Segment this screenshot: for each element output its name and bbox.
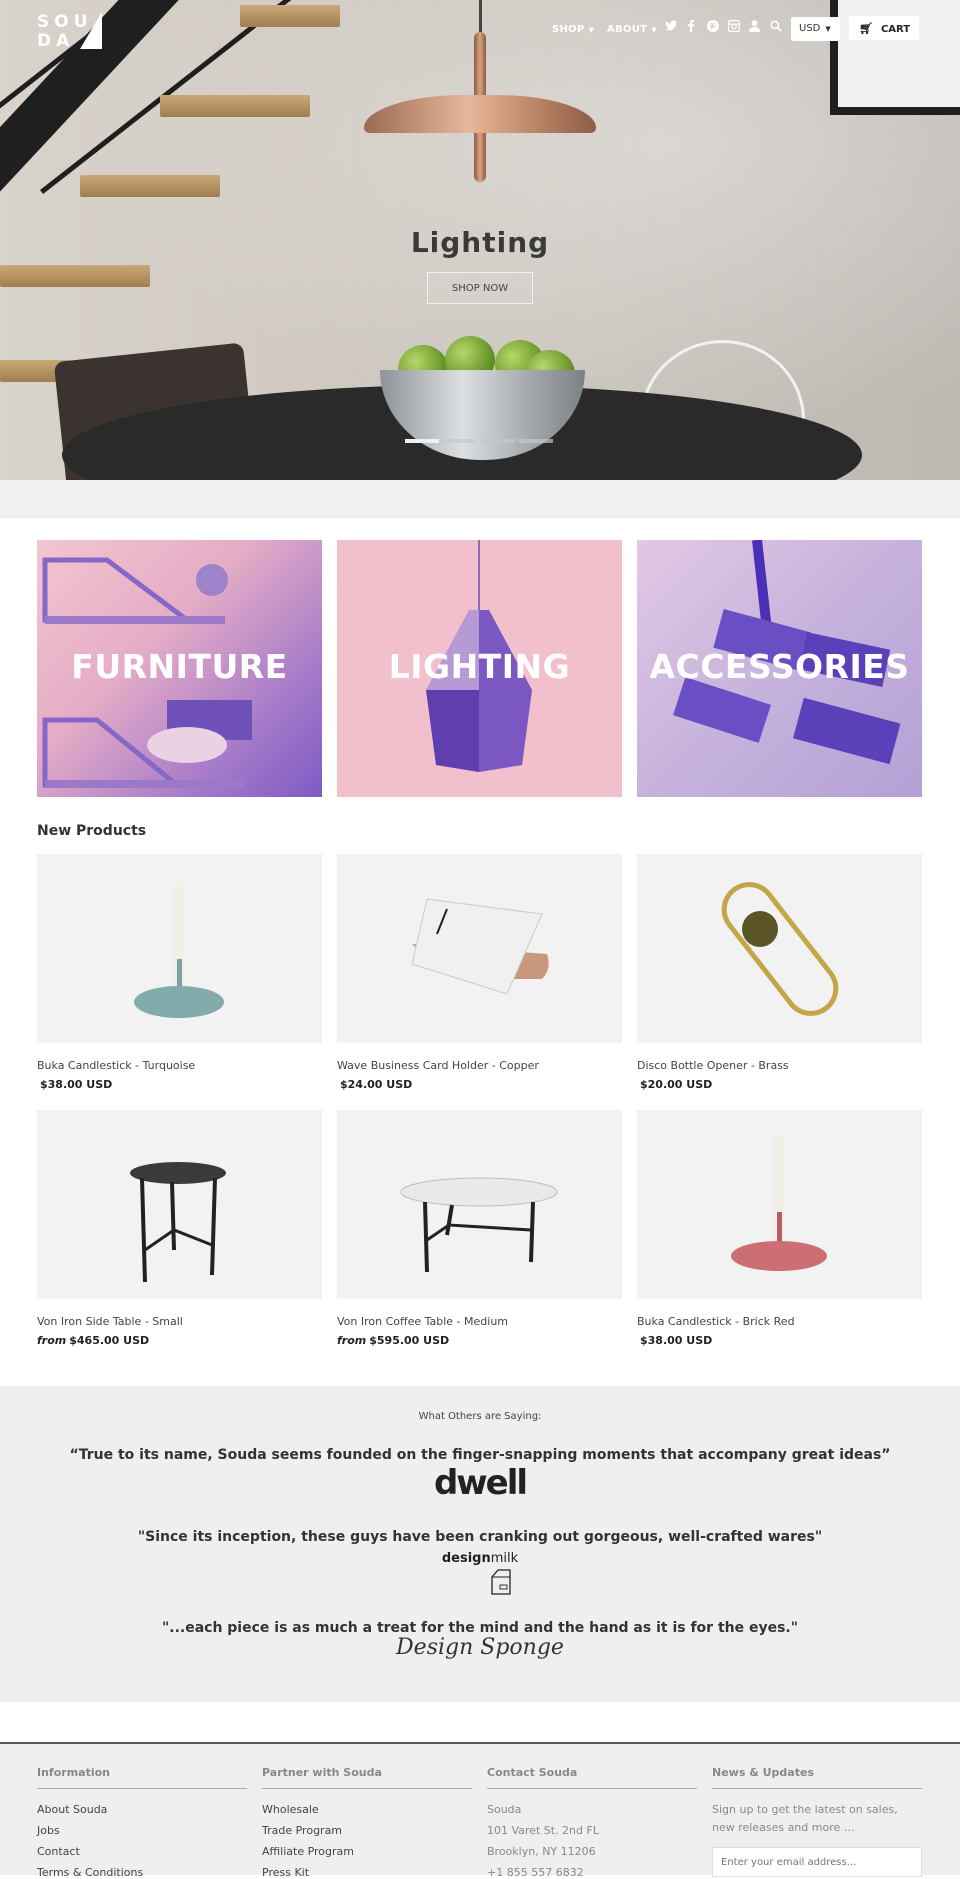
category-label: ACCESSORIES — [649, 647, 910, 686]
product-price: from $595.00 USD — [337, 1334, 449, 1347]
press-heading: What Others are Saying: — [418, 1411, 542, 1422]
footer-heading: Partner with Souda — [262, 1766, 472, 1789]
chevron-down-icon: ▼ — [588, 26, 595, 34]
shop-now-button[interactable]: SHOP NOW — [427, 272, 533, 304]
email-field[interactable] — [712, 1847, 922, 1877]
hero-slideshow: SOU DA SHOP ▼ ABOUT ▼ USD ▼ 🛒︎ CART Lighting… — [0, 0, 960, 480]
press-quote: “True to its name, Souda seems founded o… — [69, 1447, 891, 1463]
section-divider — [0, 480, 960, 518]
footer-heading: Information — [37, 1766, 247, 1789]
category-accessories[interactable]: ACCESSORIES — [637, 540, 922, 797]
product-price: $38.00 USD — [37, 1078, 112, 1091]
nav-shop-label: SHOP — [552, 24, 585, 35]
slide-dot[interactable] — [519, 439, 553, 443]
nav-shop[interactable]: SHOP ▼ — [552, 24, 594, 35]
stair-step — [160, 95, 310, 117]
footer-link[interactable]: Wholesale — [262, 1803, 472, 1816]
product-image — [337, 854, 622, 1043]
product-image — [37, 854, 322, 1043]
pinterest-icon[interactable] — [705, 20, 721, 36]
footer-partner: Partner with Souda Wholesale Trade Progr… — [262, 1766, 472, 1879]
cart-button[interactable]: 🛒︎ CART — [849, 16, 919, 40]
logo-text: milk — [490, 1551, 519, 1566]
press-quote: "Since its inception, these guys have be… — [137, 1529, 823, 1545]
price-from: from — [337, 1334, 367, 1347]
contact-line: 101 Varet St. 2nd FL — [487, 1824, 599, 1837]
stair-step — [80, 175, 220, 197]
stair-step — [240, 5, 340, 27]
search-icon[interactable] — [768, 20, 784, 36]
product-image — [637, 854, 922, 1043]
footer-link[interactable]: Jobs — [37, 1824, 247, 1837]
product-name[interactable]: Von Iron Side Table - Small — [37, 1315, 183, 1328]
category-lighting[interactable]: LIGHTING — [337, 540, 622, 797]
contact-line: Souda — [487, 1803, 522, 1816]
user-icon[interactable] — [746, 20, 762, 36]
hero-title: Lighting — [410, 226, 550, 259]
newsletter-text: Sign up to get the latest on sales, new … — [712, 1803, 898, 1834]
footer-link[interactable]: About Souda — [37, 1803, 247, 1816]
cart-icon: 🛒︎ — [859, 22, 873, 35]
design-sponge-logo: Design Sponge — [396, 1635, 564, 1660]
price-value: $20.00 USD — [640, 1078, 713, 1091]
nav-about-label: ABOUT — [607, 24, 648, 35]
dwell-logo: dwell — [433, 1463, 528, 1503]
category-label: LIGHTING — [388, 647, 571, 686]
price-value: $465.00 USD — [69, 1334, 150, 1347]
chevron-down-icon: ▼ — [825, 25, 831, 33]
currency-selector[interactable]: USD ▼ — [791, 17, 840, 41]
footer-link[interactable]: Contact — [37, 1845, 247, 1858]
product-price: $20.00 USD — [637, 1078, 712, 1091]
category-label: FURNITURE — [71, 647, 288, 686]
product-name[interactable]: Von Iron Coffee Table - Medium — [337, 1315, 508, 1328]
price-value: $38.00 USD — [40, 1078, 113, 1091]
price-value: $38.00 USD — [640, 1334, 713, 1347]
price-from: from — [37, 1334, 67, 1347]
footer-news: News & Updates Sign up to get the latest… — [712, 1766, 922, 1877]
nav-about[interactable]: ABOUT ▼ — [607, 24, 657, 35]
twitter-icon[interactable] — [663, 20, 679, 35]
product-name[interactable]: Disco Bottle Opener - Brass — [637, 1059, 789, 1072]
currency-value: USD — [799, 23, 821, 34]
product-image — [337, 1110, 622, 1299]
instagram-icon[interactable] — [726, 19, 742, 36]
chevron-down-icon: ▼ — [651, 26, 657, 34]
product-name[interactable]: Buka Candlestick - Turquoise — [37, 1059, 195, 1072]
design-milk-logo: designmilk — [0, 1551, 960, 1566]
logo-text-bottom: DA — [37, 31, 75, 51]
product-price: $38.00 USD — [637, 1334, 712, 1347]
price-value: $24.00 USD — [340, 1078, 413, 1091]
contact-line: Brooklyn, NY 11206 — [487, 1845, 596, 1858]
price-value: $595.00 USD — [369, 1334, 450, 1347]
stair-step — [0, 265, 150, 287]
footer-contact: Contact Souda Souda 101 Varet St. 2nd FL… — [487, 1766, 697, 1879]
footer-heading: News & Updates — [712, 1766, 922, 1789]
product-price: $24.00 USD — [337, 1078, 412, 1091]
milk-carton-icon — [491, 1569, 511, 1595]
facebook-icon[interactable] — [683, 20, 699, 36]
press-quote: "...each piece is as much a treat for th… — [161, 1620, 799, 1636]
logo-triangle-icon — [80, 12, 102, 49]
product-price: from $465.00 USD — [37, 1334, 149, 1347]
footer-heading: Contact Souda — [487, 1766, 697, 1789]
footer-information: Information About Souda Jobs Contact Ter… — [37, 1766, 247, 1879]
footer-link[interactable]: Terms & Conditions — [37, 1866, 247, 1879]
product-image — [37, 1110, 322, 1299]
new-products-title: New Products — [37, 823, 147, 839]
footer-link[interactable]: Press Kit — [262, 1866, 472, 1879]
product-image — [637, 1110, 922, 1299]
footer-link[interactable]: Trade Program — [262, 1824, 472, 1837]
cart-label: CART — [880, 24, 911, 35]
product-name[interactable]: Buka Candlestick - Brick Red — [637, 1315, 795, 1328]
souda-logo[interactable]: SOU DA — [37, 12, 103, 52]
logo-text: design — [441, 1551, 491, 1566]
footer-link[interactable]: Affiliate Program — [262, 1845, 472, 1858]
slide-dot[interactable] — [405, 439, 439, 443]
contact-phone[interactable]: +1 855 557 6832 — [487, 1866, 697, 1879]
slide-dot[interactable] — [481, 439, 515, 443]
slide-dot[interactable] — [443, 439, 477, 443]
category-furniture[interactable]: FURNITURE — [37, 540, 322, 797]
product-name[interactable]: Wave Business Card Holder - Copper — [337, 1059, 539, 1072]
